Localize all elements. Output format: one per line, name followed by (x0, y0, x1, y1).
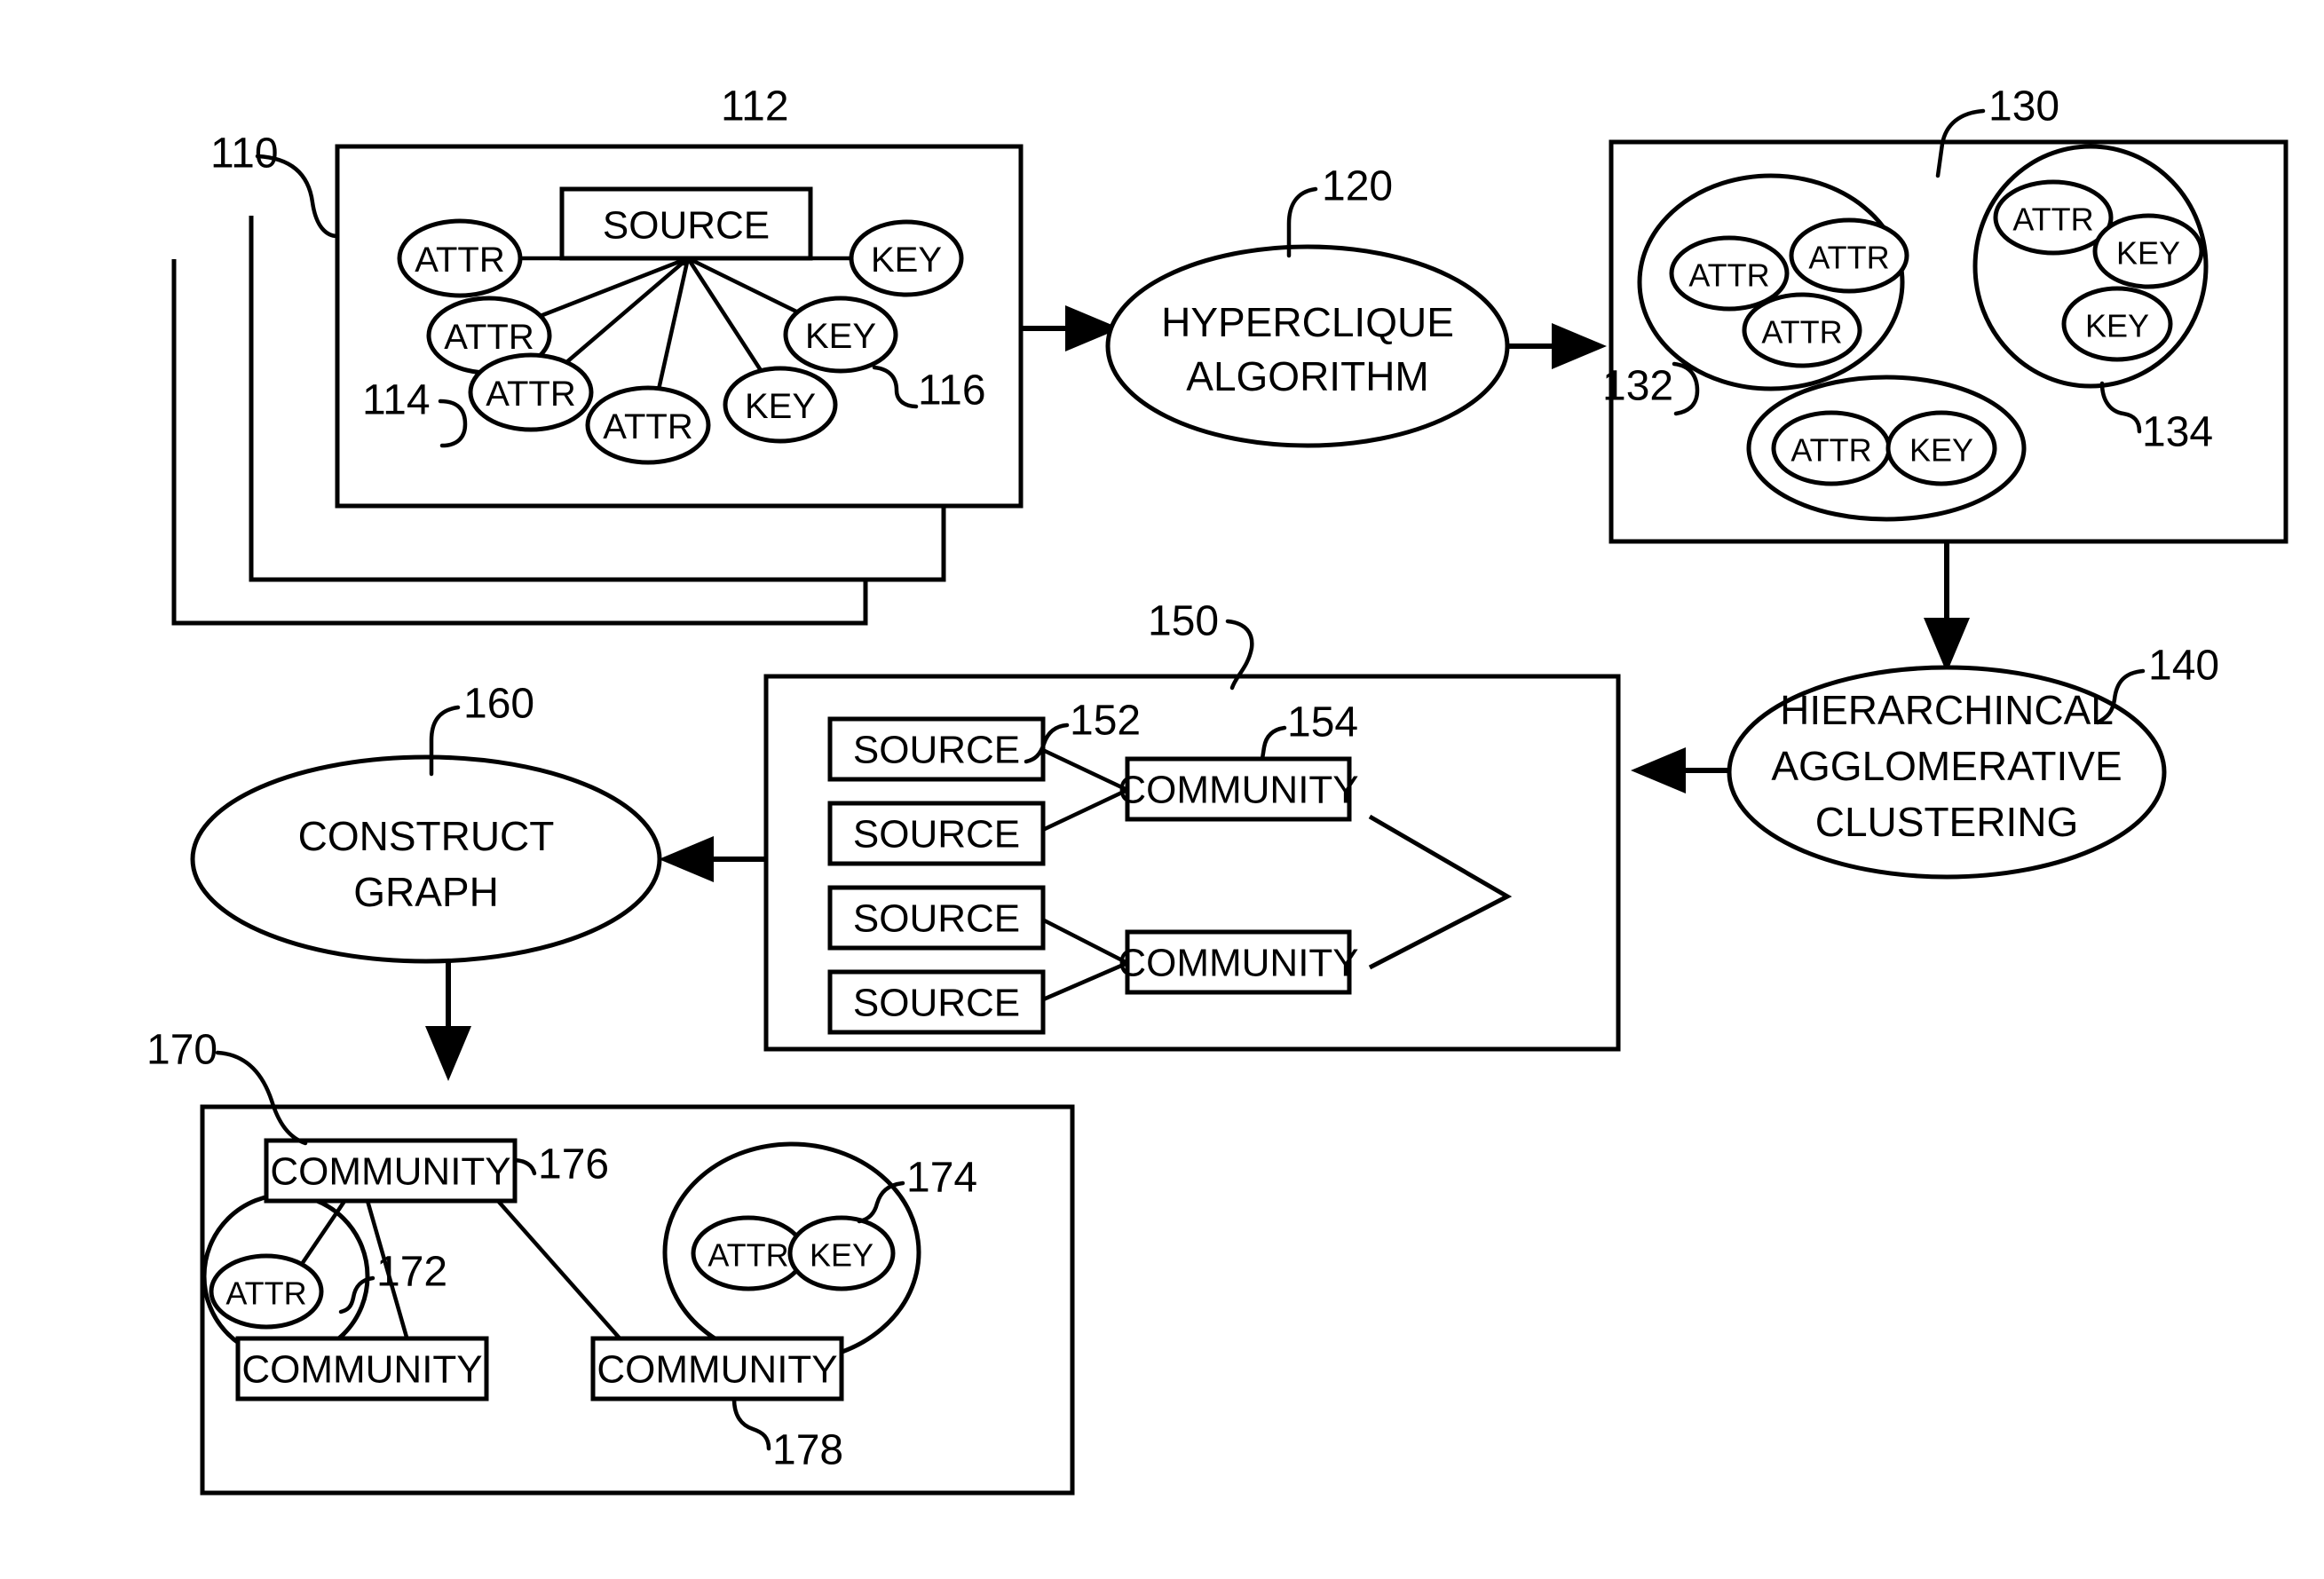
ref-154-label: 154 (1287, 699, 1358, 746)
attr-node: ATTR (1771, 410, 1892, 486)
source-box: SOURCE (827, 801, 1046, 866)
svg-text:SOURCE: SOURCE (853, 813, 1020, 857)
svg-text:ATTR: ATTR (1808, 240, 1889, 276)
svg-text:ATTR: ATTR (415, 241, 504, 280)
attr-node: ATTR (397, 218, 523, 298)
svg-text:SOURCE: SOURCE (853, 982, 1020, 1025)
key-node: KEY (723, 366, 838, 444)
ref-130-label: 130 (1988, 83, 2059, 130)
attr-node: ATTR (1742, 292, 1862, 368)
key-node: KEY (783, 296, 898, 374)
hyperclique-line1: HYPERCLIQUE (1161, 299, 1454, 345)
svg-text:KEY: KEY (745, 387, 816, 426)
community-box-176: COMMUNITY (264, 1138, 518, 1204)
community-box-bottom-left: COMMUNITY (235, 1336, 489, 1401)
process-hyperclique-120: HYPERCLIQUE ALGORITHM (1105, 244, 1510, 448)
svg-text:ATTR: ATTR (486, 375, 575, 414)
diagram-canvas: 110 112 SOURCE ATTR ATTR ATTR ATTR KEY K… (146, 83, 2288, 1496)
attr-node: ATTR (1789, 217, 1909, 294)
key-node: KEY (2092, 213, 2204, 289)
svg-text:KEY: KEY (2116, 235, 2180, 272)
ref-116-label: 116 (918, 367, 986, 414)
patent-figure: 110 112 SOURCE ATTR ATTR ATTR ATTR KEY K… (0, 0, 2324, 1579)
svg-text:KEY: KEY (810, 1237, 873, 1274)
ref-160-label: 160 (463, 681, 534, 728)
source-box: SOURCE (827, 969, 1046, 1035)
ref-152-label: 152 (1070, 698, 1141, 745)
source-node-112: SOURCE (559, 186, 813, 261)
clustering-line3: CLUSTERING (1815, 799, 2078, 845)
key-node: KEY (849, 219, 964, 297)
svg-text:ATTR: ATTR (1761, 314, 1842, 351)
clustering-line2: AGGLOMERATIVE (1771, 743, 2122, 789)
svg-text:ATTR: ATTR (603, 407, 692, 446)
svg-text:ATTR: ATTR (1688, 257, 1769, 294)
arrow-communities-to-construct (659, 836, 766, 882)
community-box: COMMUNITY (1118, 929, 1359, 995)
construct-line1: CONSTRUCT (298, 813, 555, 859)
ref-110-label: 110 (210, 130, 279, 178)
ref-140-label: 140 (2148, 643, 2219, 690)
svg-text:KEY: KEY (2085, 308, 2149, 344)
ref-112-label: 112 (721, 83, 789, 130)
attr-node: ATTR (691, 1215, 806, 1291)
key-node: KEY (1885, 410, 1997, 486)
svg-text:SOURCE: SOURCE (853, 897, 1020, 941)
source-box: SOURCE (827, 885, 1046, 951)
svg-text:SOURCE: SOURCE (853, 729, 1020, 772)
attr-node: ATTR (1669, 235, 1790, 312)
community-box-178: COMMUNITY (590, 1336, 844, 1401)
svg-text:KEY: KEY (805, 317, 876, 356)
ref-110-leader: 110 (210, 130, 340, 239)
source-box: SOURCE (827, 716, 1046, 782)
svg-text:COMMUNITY: COMMUNITY (270, 1150, 510, 1194)
svg-text:ATTR: ATTR (444, 318, 534, 357)
source-node-label: SOURCE (603, 204, 770, 248)
arrow-construct-to-graph (425, 961, 471, 1081)
key-node: KEY (2061, 286, 2173, 362)
clusters-box-130: ATTR ATTR ATTR 132 ATTR KEY KEY 134 ATTR… (1602, 139, 2288, 544)
svg-text:COMMUNITY: COMMUNITY (1118, 942, 1358, 985)
hyperclique-line2: ALGORITHM (1186, 353, 1428, 399)
attr-node: ATTR (468, 352, 594, 432)
attr-node: ATTR (585, 385, 711, 465)
construct-line2: GRAPH (353, 869, 499, 915)
svg-text:ATTR: ATTR (2012, 201, 2093, 238)
ref-150-label: 150 (1148, 598, 1219, 645)
arrow-clusters-to-clustering (1924, 541, 1970, 673)
ref-170-label: 170 (146, 1027, 217, 1074)
ref-114-label: 114 (362, 377, 431, 424)
svg-text:COMMUNITY: COMMUNITY (1118, 769, 1358, 812)
process-clustering-140: HIERARCHINCAL AGGLOMERATIVE CLUSTERING (1727, 665, 2167, 880)
svg-text:ATTR: ATTR (707, 1237, 788, 1274)
clustering-line1: HIERARCHINCAL (1780, 687, 2114, 733)
ref-120-label: 120 (1322, 163, 1393, 210)
communities-box-150: SOURCE SOURCE SOURCE SOURCE COMMUNITY CO… (763, 674, 1621, 1052)
process-construct-graph-160: CONSTRUCT GRAPH (190, 754, 662, 964)
attr-node: ATTR (1993, 179, 2114, 256)
ref-172-label: 172 (376, 1249, 447, 1296)
attr-node: ATTR (209, 1253, 324, 1330)
ref-134-label: 134 (2142, 409, 2213, 456)
svg-text:KEY: KEY (871, 241, 942, 280)
arrow-record-to-hyperclique (1021, 305, 1120, 351)
svg-text:KEY: KEY (1909, 432, 1973, 469)
ref-132-label: 132 (1602, 363, 1673, 410)
ref-178-label: 178 (772, 1427, 843, 1474)
ref-120-leader: 120 (1286, 163, 1393, 258)
key-node: KEY (787, 1215, 896, 1291)
arrow-hyperclique-to-clusters (1507, 323, 1607, 369)
ref-174-label: 174 (906, 1155, 977, 1202)
svg-text:ATTR: ATTR (225, 1275, 306, 1312)
svg-text:COMMUNITY: COMMUNITY (597, 1348, 837, 1392)
ref-176-label: 176 (538, 1141, 609, 1188)
arrow-clustering-to-communities (1631, 747, 1729, 793)
svg-text:COMMUNITY: COMMUNITY (241, 1348, 482, 1392)
svg-text:ATTR: ATTR (1790, 432, 1871, 469)
community-box: COMMUNITY (1118, 756, 1359, 822)
